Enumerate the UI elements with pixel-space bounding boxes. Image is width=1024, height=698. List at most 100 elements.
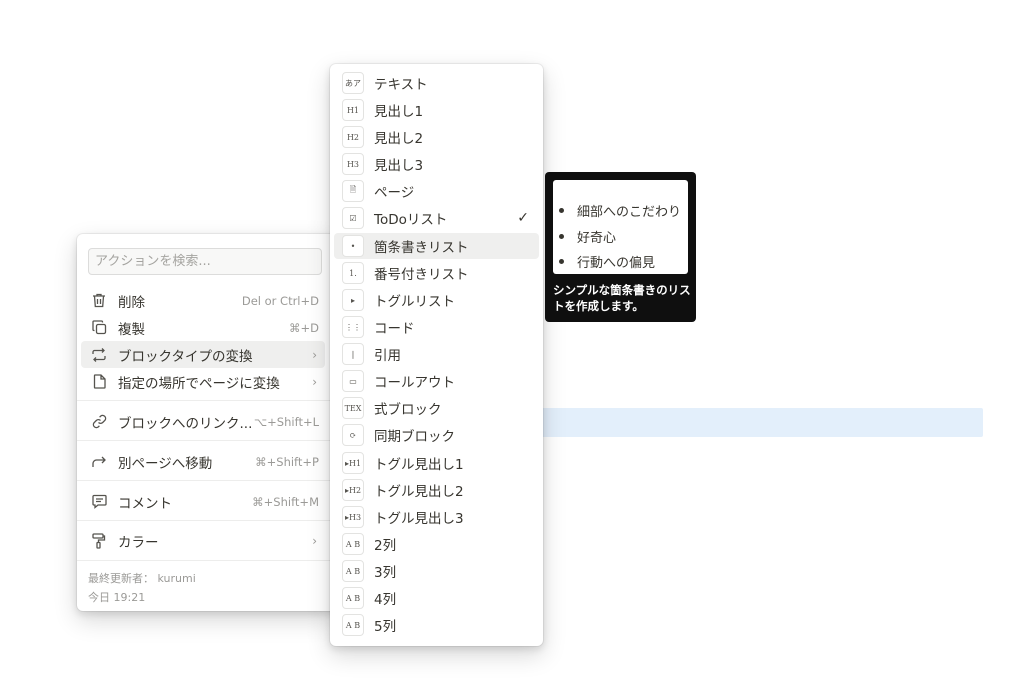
type-label: 2列 [374,538,397,554]
type-label: 同期ブロック [374,429,455,445]
delete-label: 削除 [118,294,145,311]
menu-item-move-to[interactable]: 別ページへ移動 ⌘+Shift+P [81,448,325,475]
preview-list-item: 細部へのこだわり [559,201,681,220]
type-item-2-columns[interactable]: A B 2列 [334,531,539,557]
menu-divider [77,520,339,521]
bullet-icon [559,208,564,213]
page-icon [90,373,108,391]
menu-item-copy-link[interactable]: ブロックへのリンク... ⌥+Shift+L [81,408,325,435]
selected-block-highlight [520,408,983,437]
type-label: テキスト [374,77,428,93]
last-edited-time: 今日 19:21 [88,591,146,604]
duplicate-shortcut: ⌘+D [289,320,319,335]
type-item-heading2[interactable]: H2 見出し2 [334,124,539,150]
trash-icon [90,292,108,310]
page-block-icon: 🗎 [342,180,364,202]
numbered-list-icon: 1. [342,262,364,284]
toggle-list-icon: ▸ [342,289,364,311]
color-label: カラー [118,534,159,551]
bullet-icon [559,234,564,239]
move-to-shortcut: ⌘+Shift+P [255,454,319,469]
menu-item-color[interactable]: カラー › [81,527,325,554]
type-item-numbered-list[interactable]: 1. 番号付きリスト [334,260,539,286]
turn-into-label: ブロックタイプの変換 [118,348,253,365]
last-edited-by: 最終更新者： kurumi [88,572,196,585]
link-icon [90,413,108,431]
type-item-3-columns[interactable]: A B 3列 [334,558,539,584]
columns-icon: A B [342,533,364,555]
move-arrow-icon [90,453,108,471]
comment-shortcut: ⌘+Shift+M [252,494,319,509]
type-label: ToDoリスト [374,212,448,228]
type-label: トグル見出し2 [374,484,464,500]
type-item-toggle-heading1[interactable]: ▸H1 トグル見出し1 [334,450,539,476]
todo-checkbox-icon: ☑ [342,207,364,229]
menu-divider [77,440,339,441]
type-label: 式ブロック [374,402,442,418]
type-label: コールアウト [374,375,455,391]
menu-item-turn-into-page[interactable]: 指定の場所でページに変換 › [81,368,325,395]
duplicate-label: 複製 [118,321,145,338]
preview-list-item: 好奇心 [559,227,616,246]
menu-item-delete[interactable]: 削除 Del or Ctrl+D [81,287,325,314]
type-label: 箇条書きリスト [374,240,469,256]
type-item-callout[interactable]: ▭ コールアウト [334,368,539,394]
paint-roller-icon [90,532,108,550]
type-item-code[interactable]: ⋮⋮ コード [334,314,539,340]
chevron-right-icon: › [312,533,317,548]
type-item-4-columns[interactable]: A B 4列 [334,585,539,611]
action-search-box[interactable] [88,248,322,275]
menu-item-turn-into[interactable]: ブロックタイプの変換 › [81,341,325,368]
tooltip-description: シンプルな箇条書きのリストを作成します。 [553,283,691,313]
type-item-heading3[interactable]: H3 見出し3 [334,151,539,177]
copy-link-shortcut: ⌥+Shift+L [253,414,319,429]
menu-item-comment[interactable]: コメント ⌘+Shift+M [81,488,325,515]
comment-label: コメント [118,495,172,512]
type-item-bulleted-list[interactable]: • 箇条書きリスト [334,233,539,259]
tex-equation-icon: TEX [342,397,364,419]
chevron-right-icon: › [312,347,317,362]
block-type-menu: あア テキスト H1 見出し1 H2 見出し2 H3 見出し3 🗎 ページ ☑ … [330,64,543,646]
toggle-heading3-icon: ▸H3 [342,506,364,528]
chevron-right-icon: › [312,374,317,389]
type-item-5-columns[interactable]: A B 5列 [334,612,539,638]
type-label: 見出し3 [374,158,424,174]
convert-icon [90,346,108,364]
type-label: 引用 [374,348,401,364]
type-item-toggle-heading3[interactable]: ▸H3 トグル見出し3 [334,504,539,530]
type-item-page[interactable]: 🗎 ページ [334,178,539,204]
text-block-icon: あア [342,72,364,94]
type-label: トグル見出し3 [374,511,464,527]
menu-divider [77,560,339,561]
callout-icon: ▭ [342,370,364,392]
type-item-text[interactable]: あア テキスト [334,70,539,96]
type-item-todo[interactable]: ☑ ToDoリスト ✓ [334,205,539,231]
type-item-heading1[interactable]: H1 見出し1 [334,97,539,123]
heading3-icon: H3 [342,153,364,175]
type-label: トグル見出し1 [374,457,464,473]
bulleted-list-icon: • [342,235,364,257]
bullet-icon [559,259,564,264]
menu-item-duplicate[interactable]: 複製 ⌘+D [81,314,325,341]
type-label: 番号付きリスト [374,267,469,283]
menu-divider [77,400,339,401]
type-item-toggle-list[interactable]: ▸ トグルリスト [334,287,539,313]
move-to-label: 別ページへ移動 [118,455,213,472]
type-item-equation[interactable]: TEX 式ブロック [334,395,539,421]
type-label: 5列 [374,619,397,635]
checkmark-icon: ✓ [517,210,529,226]
delete-shortcut: Del or Ctrl+D [241,293,319,308]
block-action-menu: 削除 Del or Ctrl+D 複製 ⌘+D ブロックタイプの変換 › 指定の… [77,234,339,611]
bulleted-list-preview: 細部へのこだわり 好奇心 行動への偏見 [553,180,688,274]
type-label: 見出し2 [374,131,424,147]
action-search-input[interactable] [95,249,315,274]
menu-divider [77,480,339,481]
type-item-quote[interactable]: ❘ 引用 [334,341,539,367]
heading2-icon: H2 [342,126,364,148]
type-item-synced-block[interactable]: ⟳ 同期ブロック [334,422,539,448]
copy-link-label: ブロックへのリンク... [118,415,253,432]
type-label: ページ [374,185,415,201]
type-label: 4列 [374,592,397,608]
type-item-toggle-heading2[interactable]: ▸H2 トグル見出し2 [334,477,539,503]
block-type-tooltip: 細部へのこだわり 好奇心 行動への偏見 シンプルな箇条書きのリストを作成します。 [545,172,696,322]
